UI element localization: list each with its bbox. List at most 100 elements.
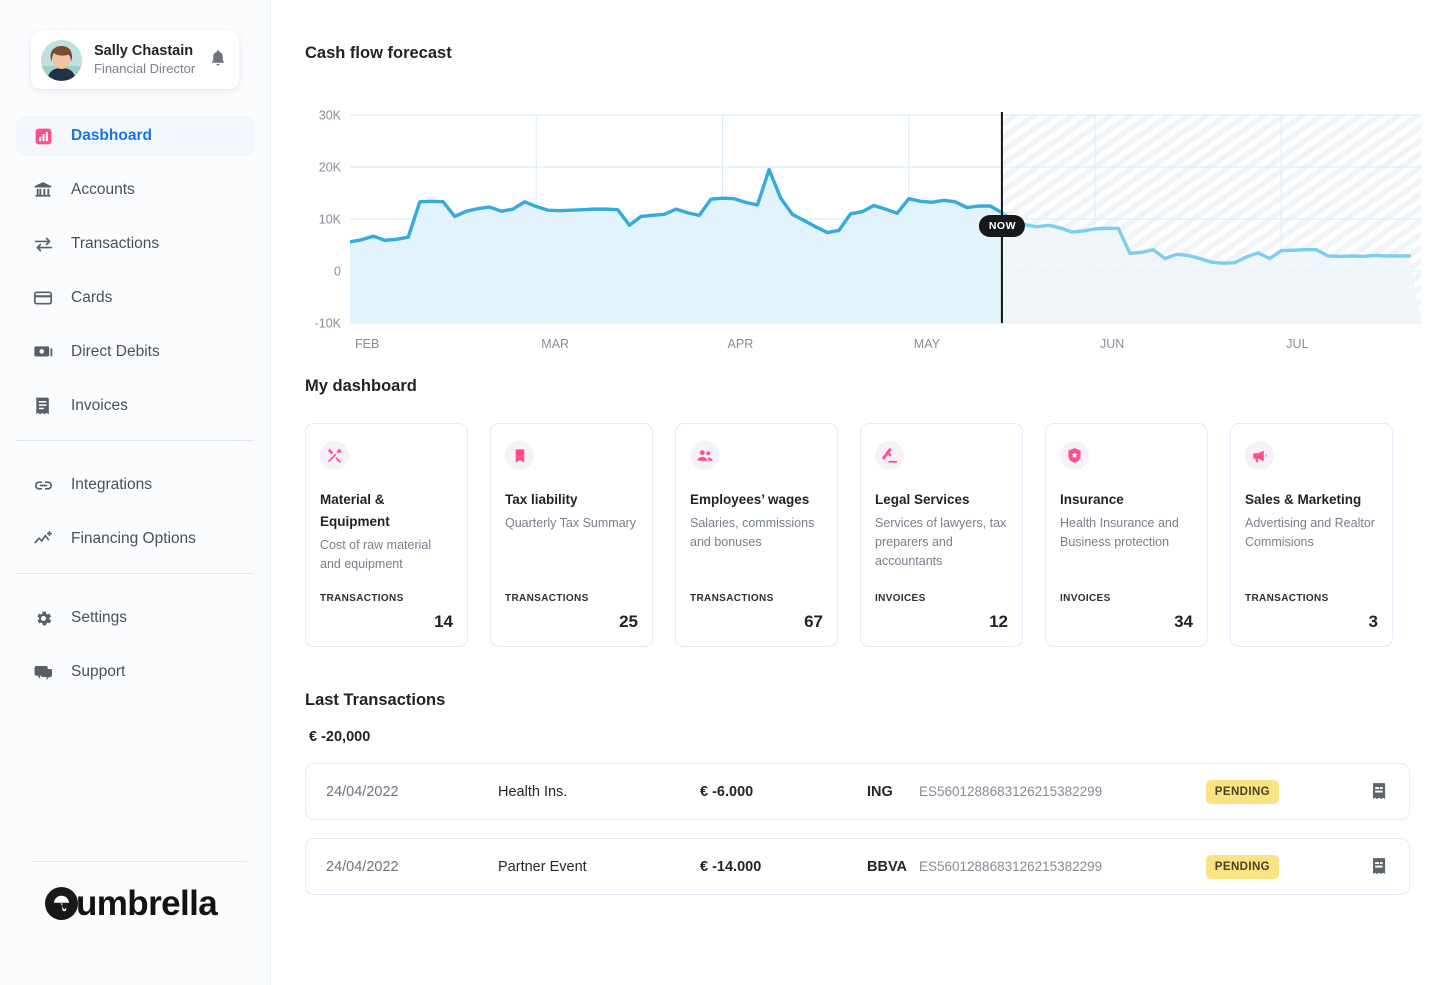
sidebar-item-financing-options[interactable]: Financing Options xyxy=(16,519,254,559)
transaction-bank: ING xyxy=(867,783,893,800)
dashboard-card[interactable]: Legal Services Services of lawyers, tax … xyxy=(860,423,1023,647)
bank-icon xyxy=(32,179,54,201)
card-metric-value: 12 xyxy=(989,612,1008,631)
card-metric-label: TRANSACTIONS xyxy=(690,593,774,604)
transaction-iban: ES5601288683126215382299 xyxy=(919,859,1103,874)
trend-sparkle-icon xyxy=(32,528,54,550)
bookmark-icon xyxy=(505,441,534,470)
card-title: Tax liability xyxy=(505,492,578,507)
table-row[interactable]: 24/04/2022 Health Ins. € -6.000 ING ES56… xyxy=(305,763,1410,820)
brand-logo: umbrella xyxy=(45,884,218,923)
svg-text:30K: 30K xyxy=(319,109,342,123)
main-content: Cash flow forecast 30K 20K 10K 0 -10K FEB MAR A… xyxy=(271,0,1440,985)
now-marker-badge: NOW xyxy=(978,215,1025,237)
money-bill-icon xyxy=(32,341,54,363)
card-description: Health Insurance and Business protection xyxy=(1060,516,1179,549)
sidebar-item-label: Support xyxy=(71,663,126,680)
sidebar-nav-primary: Dasbhoard Accounts Transactions Cards Di… xyxy=(0,116,270,426)
card-metric-label: INVOICES xyxy=(875,593,926,604)
sidebar-item-cards[interactable]: Cards xyxy=(16,278,254,318)
sidebar-item-label: Cards xyxy=(71,289,113,306)
tools-icon xyxy=(320,441,349,470)
link-icon xyxy=(32,474,54,496)
bell-icon[interactable] xyxy=(209,49,227,72)
card-title: Employees’ wages xyxy=(690,492,810,507)
page-title: Cash flow forecast xyxy=(305,44,452,62)
card-footer: TRANSACTIONS 67 xyxy=(690,593,823,632)
card-metric-label: TRANSACTIONS xyxy=(1245,593,1329,604)
dashboard-card[interactable]: Insurance Health Insurance and Business … xyxy=(1045,423,1208,647)
people-icon xyxy=(690,441,719,470)
card-description: Quarterly Tax Summary xyxy=(505,516,637,530)
card-description: Cost of raw material and equipment xyxy=(320,538,432,571)
user-profile-card[interactable]: Sally Chastain Financial Director xyxy=(31,31,239,89)
cash-flow-chart[interactable]: 30K 20K 10K 0 -10K FEB MAR APR MAY JUN JUL NOW xyxy=(305,99,1421,359)
card-description: Services of lawyers, tax preparers and a… xyxy=(875,516,1007,568)
dashboard-title: My dashboard xyxy=(305,377,417,395)
sidebar-item-label: Accounts xyxy=(71,181,135,198)
transactions-title: Last Transactions xyxy=(305,691,446,709)
sidebar-divider-2 xyxy=(16,573,254,574)
transaction-bank: BBVA xyxy=(867,858,908,875)
sidebar-item-integrations[interactable]: Integrations xyxy=(16,465,254,505)
card-footer: TRANSACTIONS 25 xyxy=(505,593,638,632)
gavel-icon xyxy=(875,441,904,470)
sidebar-item-dashboard[interactable]: Dasbhoard xyxy=(16,116,254,156)
sidebar-item-label: Dasbhoard xyxy=(71,127,152,144)
profile-role: Financial Director xyxy=(94,61,196,76)
profile-name: Sally Chastain xyxy=(94,43,194,59)
card-footer: INVOICES 12 xyxy=(875,593,1008,632)
card-description: Salaries, commissions and bonuses xyxy=(690,516,815,549)
card-metric-value: 3 xyxy=(1368,612,1378,631)
svg-text:JUL: JUL xyxy=(1286,337,1308,351)
megaphone-icon xyxy=(1245,441,1274,470)
card-metric-value: 14 xyxy=(434,612,453,631)
card-metric-value: 34 xyxy=(1174,612,1193,631)
chart-canvas: 30K 20K 10K 0 -10K FEB MAR APR MAY JUN JUL xyxy=(315,109,1421,351)
receipt-icon[interactable] xyxy=(1369,856,1391,877)
sidebar-item-support[interactable]: Support xyxy=(16,652,254,692)
transactions-total: € -20,000 xyxy=(309,729,371,745)
card-footer: INVOICES 34 xyxy=(1060,593,1193,632)
sidebar-item-accounts[interactable]: Accounts xyxy=(16,170,254,210)
avatar xyxy=(41,39,82,81)
dashboard-cards: Material & Equipment Cost of raw materia… xyxy=(305,423,1410,647)
svg-text:MAY: MAY xyxy=(914,337,941,351)
brand-name: umbrella xyxy=(76,884,218,923)
dashboard-card[interactable]: Material & Equipment Cost of raw materia… xyxy=(305,423,468,647)
dashboard-card[interactable]: Sales & Marketing Advertising and Realto… xyxy=(1230,423,1393,647)
table-row[interactable]: 24/04/2022 Partner Event € -14.000 BBVA … xyxy=(305,838,1410,895)
card-title: Insurance xyxy=(1060,492,1124,507)
transaction-date: 24/04/2022 xyxy=(326,783,399,800)
bar-chart-icon xyxy=(32,125,54,147)
card-title: Sales & Marketing xyxy=(1245,492,1362,507)
credit-card-icon xyxy=(32,287,54,309)
sidebar-item-transactions[interactable]: Transactions xyxy=(16,224,254,264)
exchange-arrows-icon xyxy=(32,233,54,255)
transaction-amount: € -6.000 xyxy=(700,783,754,800)
sidebar-item-settings[interactable]: Settings xyxy=(16,598,254,638)
sidebar-item-label: Invoices xyxy=(71,397,128,414)
dashboard-card[interactable]: Employees’ wages Salaries, commissions a… xyxy=(675,423,838,647)
svg-text:10K: 10K xyxy=(319,213,342,227)
transaction-date: 24/04/2022 xyxy=(326,858,399,875)
status-badge: PENDING xyxy=(1205,779,1279,804)
receipt-icon[interactable] xyxy=(1369,781,1391,802)
profile-text: Sally Chastain Financial Director xyxy=(94,43,209,77)
status-badge: PENDING xyxy=(1205,854,1279,879)
sidebar-item-label: Direct Debits xyxy=(71,343,160,360)
sidebar-item-invoices[interactable]: Invoices xyxy=(16,386,254,426)
card-description: Advertising and Realtor Commisions xyxy=(1245,516,1375,549)
invoice-icon xyxy=(32,395,54,417)
card-title: Legal Services xyxy=(875,492,970,507)
svg-text:APR: APR xyxy=(728,337,754,351)
chat-icon xyxy=(32,661,54,683)
transaction-iban: ES5601288683126215382299 xyxy=(919,784,1103,799)
svg-text:-10K: -10K xyxy=(315,317,342,331)
card-metric-label: TRANSACTIONS xyxy=(505,593,589,604)
sidebar-item-label: Integrations xyxy=(71,476,152,493)
sidebar-item-direct-debits[interactable]: Direct Debits xyxy=(16,332,254,372)
dashboard-card[interactable]: Tax liability Quarterly Tax Summary TRAN… xyxy=(490,423,653,647)
card-metric-label: TRANSACTIONS xyxy=(320,593,404,604)
gear-icon xyxy=(32,607,54,629)
